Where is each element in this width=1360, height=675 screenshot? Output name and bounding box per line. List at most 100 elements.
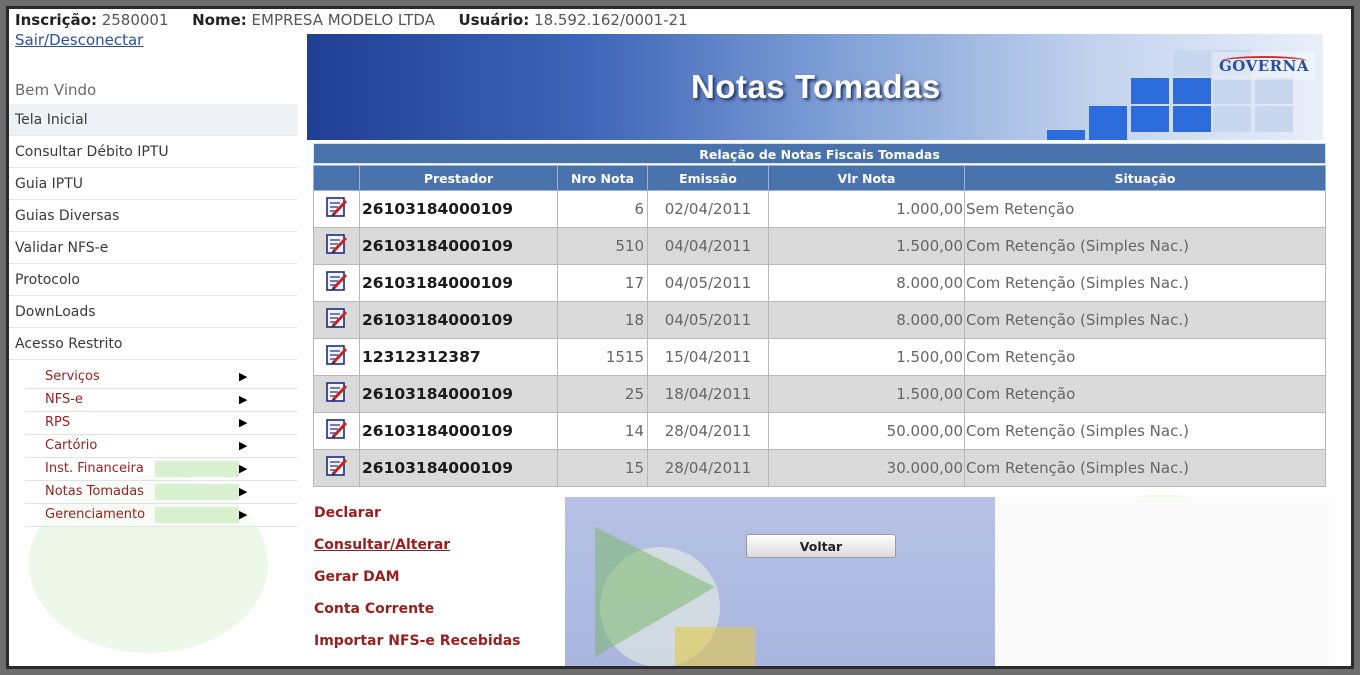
- gerar-dam-link[interactable]: Gerar DAM: [314, 561, 521, 593]
- table-row: 26103184000109 510 04/04/2011 1.500,00 Com R…: [313, 227, 1326, 265]
- cell-emissao: 28/04/2011: [647, 412, 769, 450]
- background-panel-image: [565, 497, 995, 666]
- sidebar-item-guia-iptu[interactable]: Guia IPTU: [9, 168, 297, 200]
- submenu-label: RPS: [45, 415, 71, 430]
- table-row: 26103184000109 6 02/04/2011 1.000,00 Sem Ret…: [313, 190, 1326, 228]
- livro-registro-link[interactable]: Livro de Registro: [314, 657, 521, 666]
- sidebar-item-protocolo[interactable]: Protocolo: [9, 264, 297, 296]
- triangle-right-icon: ▶: [239, 393, 248, 406]
- cell-emissao: 02/04/2011: [647, 190, 769, 228]
- declarar-link[interactable]: Declarar: [314, 497, 521, 529]
- submenu-item-servicos[interactable]: Serviços ▶: [25, 366, 297, 389]
- cell-situacao: Com Retenção (Simples Nac.): [964, 264, 1326, 302]
- table-row: 26103184000109 14 28/04/2011 50.000,00 Com R…: [313, 412, 1326, 450]
- edit-document-icon[interactable]: [313, 375, 360, 413]
- triangle-right-icon: ▶: [239, 439, 248, 452]
- banner-block: [1173, 50, 1211, 76]
- submenu-label: Serviços: [45, 369, 100, 384]
- banner-block: [1173, 78, 1211, 104]
- edit-document-icon[interactable]: [313, 449, 360, 487]
- submenu-item-rps[interactable]: RPS ▶: [25, 412, 297, 435]
- banner-block: [1173, 106, 1211, 132]
- inscricao-value: 2580001: [101, 11, 169, 29]
- submenu-label: NFS-e: [45, 392, 83, 407]
- cell-valor: 50.000,00: [768, 412, 965, 450]
- banner-block: [1213, 106, 1251, 132]
- submenu-label: Notas Tomadas: [45, 484, 144, 499]
- edit-document-icon[interactable]: [313, 264, 360, 302]
- submenu-item-nfse[interactable]: NFS-e ▶: [25, 389, 297, 412]
- table-header-row: Prestador Nro Nota Emissão Vlr Nota Situ…: [313, 165, 1326, 191]
- banner-block: [1089, 106, 1127, 132]
- cell-prestador: 26103184000109: [359, 264, 558, 302]
- sidebar-item-consultar-debito-iptu[interactable]: Consultar Débito IPTU: [9, 136, 297, 168]
- col-header-icon: [313, 165, 360, 191]
- cell-valor: 1.500,00: [768, 338, 965, 376]
- usuario-label: Usuário:: [458, 11, 530, 29]
- user-info-bar: Inscrição: 2580001 Nome: EMPRESA MODELO …: [15, 11, 688, 29]
- cell-situacao: Com Retenção (Simples Nac.): [964, 301, 1326, 339]
- submenu-item-gerenciamento[interactable]: Gerenciamento ▶: [25, 504, 297, 527]
- submenu-item-cartorio[interactable]: Cartório ▶: [25, 435, 297, 458]
- submenu-item-notas-tomadas[interactable]: Notas Tomadas ▶: [25, 481, 297, 504]
- cell-valor: 1.000,00: [768, 190, 965, 228]
- flag-watermark-icon: [595, 527, 755, 666]
- action-links: Declarar Consultar/Alterar Gerar DAM Con…: [314, 497, 521, 666]
- sidebar-menu: Tela Inicial Consultar Débito IPTU Guia …: [9, 104, 297, 360]
- edit-document-icon[interactable]: [313, 227, 360, 265]
- cell-prestador: 26103184000109: [359, 301, 558, 339]
- table-row: 26103184000109 18 04/05/2011 8.000,00 Com Re…: [313, 301, 1326, 339]
- restricted-submenu: Serviços ▶ NFS-e ▶ RPS ▶ Cartório ▶ Inst…: [25, 366, 297, 527]
- cell-prestador: 26103184000109: [359, 375, 558, 413]
- cell-nro-nota: 1515: [557, 338, 648, 376]
- sidebar-item-acesso-restrito[interactable]: Acesso Restrito: [9, 328, 297, 360]
- cell-situacao: Com Retenção (Simples Nac.): [964, 227, 1326, 265]
- triangle-right-icon: ▶: [239, 508, 248, 521]
- submenu-item-inst-financeira[interactable]: Inst. Financeira ▶: [25, 458, 297, 481]
- cell-emissao: 04/05/2011: [647, 301, 769, 339]
- highlight-bar: [155, 461, 239, 477]
- importar-nfse-link[interactable]: Importar NFS-e Recebidas: [314, 625, 521, 657]
- cell-nro-nota: 6: [557, 190, 648, 228]
- sidebar-item-downloads[interactable]: DownLoads: [9, 296, 297, 328]
- table-row: 26103184000109 25 18/04/2011 1.500,00 Com Re…: [313, 375, 1326, 413]
- page-banner: Notas Tomadas GOVERNA: [307, 34, 1323, 140]
- cell-situacao: Com Retenção: [964, 338, 1326, 376]
- cell-prestador: 26103184000109: [359, 449, 558, 487]
- sidebar-item-guias-diversas[interactable]: Guias Diversas: [9, 200, 297, 232]
- cell-situacao: Com Retenção (Simples Nac.): [964, 412, 1326, 450]
- edit-document-icon[interactable]: [313, 301, 360, 339]
- edit-document-icon[interactable]: [313, 412, 360, 450]
- conta-corrente-link[interactable]: Conta Corrente: [314, 593, 521, 625]
- highlight-bar: [155, 484, 239, 500]
- cell-valor: 8.000,00: [768, 301, 965, 339]
- logout-link[interactable]: Sair/Desconectar: [15, 31, 143, 49]
- inscricao-label: Inscrição:: [15, 11, 97, 29]
- submenu-label: Cartório: [45, 438, 98, 453]
- voltar-button[interactable]: Voltar: [746, 534, 896, 558]
- nome-label: Nome:: [192, 11, 247, 29]
- cell-prestador: 26103184000109: [359, 190, 558, 228]
- sidebar-item-tela-inicial[interactable]: Tela Inicial: [9, 104, 297, 136]
- col-header-situacao: Situação: [964, 165, 1326, 191]
- cell-nro-nota: 17: [557, 264, 648, 302]
- col-header-prestador: Prestador: [359, 165, 558, 191]
- edit-document-icon[interactable]: [313, 190, 360, 228]
- cell-emissao: 04/05/2011: [647, 264, 769, 302]
- col-header-vlr-nota: Vlr Nota: [768, 165, 965, 191]
- highlight-bar: [155, 507, 239, 523]
- triangle-right-icon: ▶: [239, 462, 248, 475]
- edit-document-icon[interactable]: [313, 338, 360, 376]
- logo-swoosh: [1221, 56, 1307, 66]
- cell-nro-nota: 510: [557, 227, 648, 265]
- banner-block: [1131, 106, 1169, 132]
- cell-emissao: 18/04/2011: [647, 375, 769, 413]
- triangle-right-icon: ▶: [239, 485, 248, 498]
- cell-valor: 1.500,00: [768, 375, 965, 413]
- sidebar-item-validar-nfse[interactable]: Validar NFS-e: [9, 232, 297, 264]
- consultar-alterar-link[interactable]: Consultar/Alterar: [314, 529, 521, 561]
- cell-emissao: 28/04/2011: [647, 449, 769, 487]
- col-header-emissao: Emissão: [647, 165, 769, 191]
- page-title: Notas Tomadas: [691, 68, 941, 105]
- usuario-value: 18.592.162/0001-21: [534, 11, 688, 29]
